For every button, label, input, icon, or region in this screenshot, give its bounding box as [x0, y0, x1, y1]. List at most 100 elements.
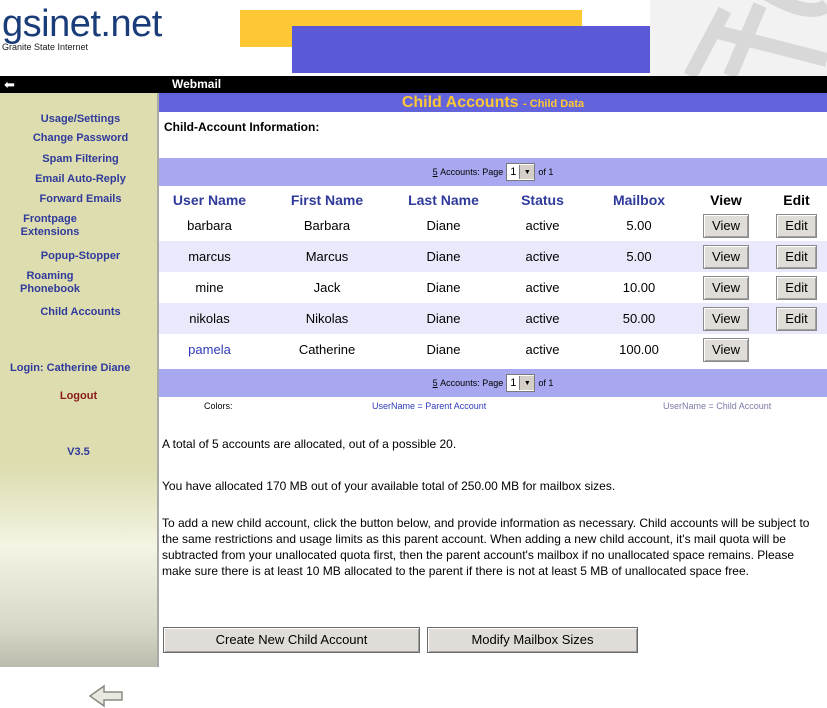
- column-header-edit: Edit: [783, 192, 810, 208]
- site-logo: gsinet.net Granite State Internet: [2, 4, 162, 52]
- chevron-down-icon[interactable]: ▼: [519, 376, 535, 390]
- page-select[interactable]: 1 ▼: [506, 374, 536, 392]
- legend-label: Colors:: [204, 401, 233, 411]
- cell-view: View: [686, 272, 766, 303]
- page-title: Child Accounts: [401, 94, 519, 111]
- sidebar-item-usage-settings[interactable]: Usage/Settings: [8, 113, 153, 126]
- chevron-down-icon[interactable]: ▼: [519, 165, 535, 179]
- pager-label: Accounts: Page: [440, 167, 504, 177]
- sidebar-item-child-accounts[interactable]: Child Accounts: [8, 306, 153, 319]
- table-row: pamela Catherine Diane active 100.00 Vie…: [159, 334, 827, 365]
- login-info: Login: Catherine Diane: [10, 362, 131, 374]
- edit-button[interactable]: Edit: [776, 275, 817, 300]
- modify-mailbox-sizes-button[interactable]: Modify Mailbox Sizes: [427, 627, 638, 653]
- sidebar-background: [0, 467, 157, 667]
- account-count: 5: [432, 167, 438, 177]
- view-button[interactable]: View: [703, 213, 749, 238]
- edit-button[interactable]: Edit: [776, 213, 817, 238]
- create-child-account-button[interactable]: Create New Child Account: [163, 627, 420, 653]
- logout-link[interactable]: Logout: [0, 390, 157, 402]
- pager-label: Accounts: Page: [440, 378, 504, 388]
- cell-status: active: [493, 210, 592, 241]
- cell-lastname: Diane: [394, 210, 493, 241]
- pager-of-label: of 1: [538, 167, 554, 177]
- cell-username[interactable]: barbara: [159, 210, 260, 241]
- account-count: 5: [432, 378, 438, 388]
- cell-lastname: Diane: [394, 334, 493, 365]
- accounts-allocated-text: A total of 5 accounts are allocated, out…: [162, 437, 457, 451]
- column-header-lastname[interactable]: Last Name: [394, 190, 493, 210]
- table-row: barbara Barbara Diane active 5.00 View E…: [159, 210, 827, 241]
- cell-status: active: [493, 334, 592, 365]
- sidebar-item-frontpage-extensions[interactable]: Frontpage Extensions: [0, 213, 100, 239]
- column-header-status[interactable]: Status: [493, 190, 592, 210]
- sidebar-item-change-password[interactable]: Change Password: [8, 132, 153, 145]
- cell-username[interactable]: mine: [159, 272, 260, 303]
- table-row: nikolas Nikolas Diane active 50.00 View …: [159, 303, 827, 334]
- cell-mailbox: 5.00: [592, 241, 686, 272]
- header-decor-graphic: [650, 0, 827, 76]
- pager-top: 5 Accounts: Page 1 ▼ of 1: [159, 158, 827, 186]
- table-row: marcus Marcus Diane active 5.00 View Edi…: [159, 241, 827, 272]
- cell-mailbox: 10.00: [592, 272, 686, 303]
- section-heading: Child-Account Information:: [164, 120, 320, 134]
- view-button[interactable]: View: [703, 337, 749, 362]
- sidebar-item-popup-stopper[interactable]: Popup-Stopper: [8, 250, 153, 263]
- pager-of-label: of 1: [538, 378, 554, 388]
- cell-firstname: Barbara: [260, 210, 394, 241]
- logo-text: gsinet.net: [2, 3, 162, 45]
- view-button[interactable]: View: [703, 306, 749, 331]
- cell-firstname: Marcus: [260, 241, 394, 272]
- page-subtitle: - Child Data: [523, 98, 585, 110]
- column-header-firstname[interactable]: First Name: [260, 190, 394, 210]
- view-button[interactable]: View: [703, 244, 749, 269]
- cell-firstname: Nikolas: [260, 303, 394, 334]
- cell-view: View: [686, 241, 766, 272]
- edit-button[interactable]: Edit: [776, 244, 817, 269]
- cell-status: active: [493, 272, 592, 303]
- cell-username[interactable]: nikolas: [159, 303, 260, 334]
- left-arrow-icon[interactable]: ⬅: [4, 76, 15, 93]
- accounts-table: User Name First Name Last Name Status Ma…: [159, 190, 827, 365]
- cell-edit: Edit: [766, 210, 827, 241]
- cell-edit-empty: [766, 334, 827, 365]
- pager-bottom: 5 Accounts: Page 1 ▼ of 1: [159, 369, 827, 397]
- legend-child: UserName = Child Account: [663, 401, 772, 411]
- cell-view: View: [686, 210, 766, 241]
- header-decor-purple: [292, 26, 650, 73]
- right-arrow-icon: [88, 684, 123, 708]
- cell-mailbox: 100.00: [592, 334, 686, 365]
- cell-firstname: Jack: [260, 272, 394, 303]
- column-header-username[interactable]: User Name: [159, 190, 260, 210]
- table-row: mine Jack Diane active 10.00 View Edit: [159, 272, 827, 303]
- cell-lastname: Diane: [394, 303, 493, 334]
- instructions-text: To add a new child account, click the bu…: [162, 516, 810, 578]
- cell-view: View: [686, 334, 766, 365]
- page-select-value: 1: [510, 377, 517, 389]
- cell-firstname: Catherine: [260, 334, 394, 365]
- legend-parent: UserName = Parent Account: [372, 401, 487, 411]
- cell-lastname: Diane: [394, 241, 493, 272]
- cell-status: active: [493, 241, 592, 272]
- mailbox-allocated-text: You have allocated 170 MB out of your av…: [162, 479, 616, 493]
- column-header-view: View: [710, 192, 742, 208]
- sidebar-item-spam-filtering[interactable]: Spam Filtering: [8, 153, 153, 166]
- sidebar-item-roaming-phonebook[interactable]: Roaming Phonebook: [0, 270, 100, 296]
- cell-edit: Edit: [766, 241, 827, 272]
- webmail-label[interactable]: Webmail: [172, 76, 221, 93]
- column-header-mailbox[interactable]: Mailbox: [592, 190, 686, 210]
- cell-username[interactable]: marcus: [159, 241, 260, 272]
- cell-lastname: Diane: [394, 272, 493, 303]
- version-label: V3.5: [67, 446, 90, 458]
- sidebar-item-email-auto-reply[interactable]: Email Auto-Reply: [8, 173, 153, 186]
- sidebar: Usage/Settings Change Password Spam Filt…: [0, 93, 159, 708]
- cell-edit: Edit: [766, 272, 827, 303]
- sidebar-item-forward-emails[interactable]: Forward Emails: [8, 193, 153, 206]
- cell-mailbox: 5.00: [592, 210, 686, 241]
- view-button[interactable]: View: [703, 275, 749, 300]
- cell-username-parent[interactable]: pamela: [159, 334, 260, 365]
- page-title-bar: Child Accounts - Child Data: [159, 93, 827, 112]
- page-select[interactable]: 1 ▼: [506, 163, 536, 181]
- table-header-row: User Name First Name Last Name Status Ma…: [159, 190, 827, 210]
- edit-button[interactable]: Edit: [776, 306, 817, 331]
